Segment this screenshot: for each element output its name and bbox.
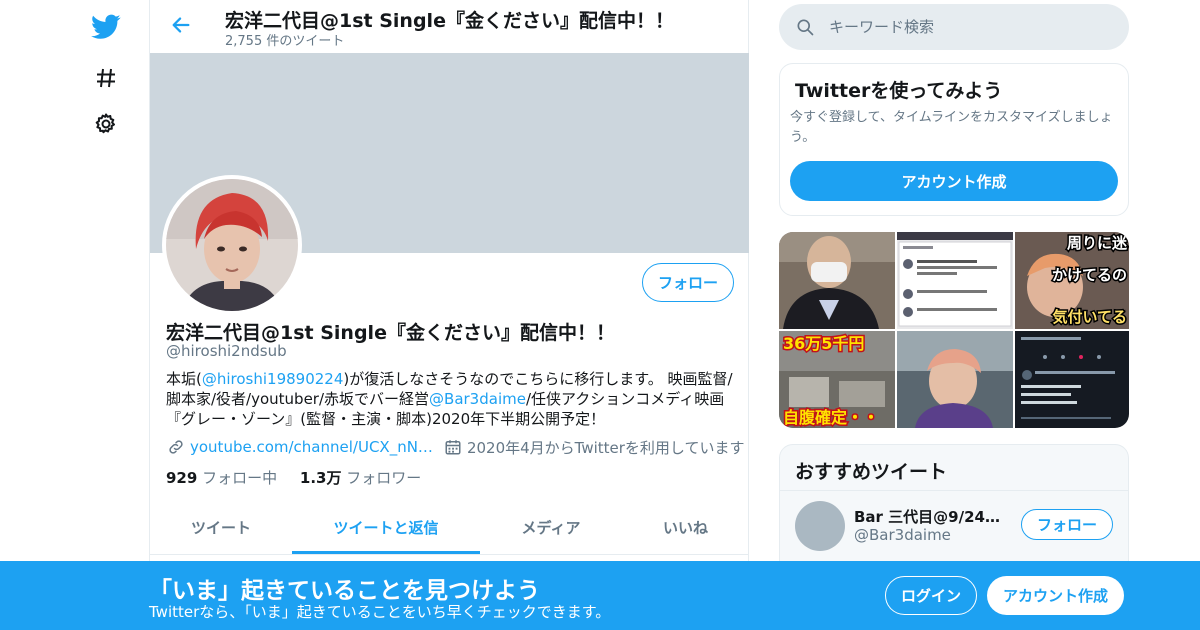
following-count: 929 xyxy=(166,469,198,487)
media-caption: 自腹確定・・ xyxy=(783,408,879,427)
bio-mention-link[interactable]: @Bar3daime xyxy=(429,390,526,408)
recommended-user-name: Bar 三代目@9/24出… xyxy=(854,508,1004,526)
media-caption: 36万5千円 xyxy=(783,334,864,353)
avatar[interactable] xyxy=(162,175,302,315)
profile-name: 宏洋二代目@1st Single『金ください』配信中！！ xyxy=(166,322,615,344)
bio-mention-link[interactable]: @hiroshi19890224 xyxy=(202,370,344,388)
media-caption: 周りに迷 xyxy=(1067,234,1128,252)
recommended-tweets-card: おすすめツイート Bar 三代目@9/24出… @Bar3daime フォロー xyxy=(779,444,1129,574)
media-thumbnail[interactable] xyxy=(779,232,895,329)
media-gallery: 周りに迷 かけてるの 気付いてる 36万5千円 自腹確定・・ xyxy=(779,232,1129,428)
twitter-bird-icon xyxy=(91,14,121,39)
tweet-count: 2,755 件のツイート xyxy=(225,34,345,49)
bio-text-1: 本垢( xyxy=(166,370,202,388)
profile-header-bar: 宏洋二代目@1st Single『金ください』配信中！！ 2,755 件のツイー… xyxy=(150,0,749,53)
bottom-signup-bar: 「いま」起きていることを見つけよう Twitterなら、「いま」起きていることを… xyxy=(0,561,1200,630)
media-photo: 36万5千円 自腹確定・・ xyxy=(779,331,895,428)
login-button[interactable]: ログイン xyxy=(885,576,977,615)
recommended-user-row[interactable]: Bar 三代目@9/24出… @Bar3daime フォロー xyxy=(780,490,1128,560)
media-photo xyxy=(1015,331,1129,428)
media-thumbnail[interactable]: 周りに迷 かけてるの 気付いてる xyxy=(1015,232,1129,329)
media-thumbnail[interactable] xyxy=(897,232,1013,329)
followers-stat[interactable]: 1.3万 フォロワー xyxy=(300,469,421,487)
profile-stats: 929 フォロー中 1.3万 フォロワー xyxy=(166,467,439,488)
tab-likes[interactable]: いいね xyxy=(622,500,749,555)
create-account-button[interactable]: アカウント作成 xyxy=(790,161,1118,201)
search-box xyxy=(779,4,1129,50)
media-thumbnail[interactable] xyxy=(897,331,1013,428)
media-photo: 周りに迷 かけてるの 気付いてる xyxy=(1015,232,1129,329)
media-thumbnail[interactable]: 36万5千円 自腹確定・・ xyxy=(779,331,895,428)
calendar-icon xyxy=(443,437,463,457)
header-title: 宏洋二代目@1st Single『金ください』配信中！！ xyxy=(225,10,674,32)
tab-tweets[interactable]: ツイート xyxy=(150,500,292,555)
follow-button[interactable]: フォロー xyxy=(642,263,734,302)
profile-handle: @hiroshi2ndsub xyxy=(166,342,287,360)
media-caption: かけてるの xyxy=(1052,266,1127,284)
following-label: フォロー中 xyxy=(202,469,278,487)
recommended-follow-button[interactable]: フォロー xyxy=(1021,509,1113,540)
followers-count: 1.3万 xyxy=(299,469,342,487)
joined-date: 2020年4月からTwitterを利用しています xyxy=(466,438,745,457)
bottom-bar-title: 「いま」起きていることを見つけよう xyxy=(149,578,540,604)
followers-label: フォロワー xyxy=(346,469,422,487)
profile-tabs: ツイート ツイートと返信 メディア いいね xyxy=(150,500,749,555)
profile-bio: 本垢(@hiroshi19890224)が復活しなさそうなのでこちらに移行します… xyxy=(166,369,736,429)
signup-card-description: 今すぐ登録して、タイムラインをカスタマイズしましょう。 xyxy=(790,110,1113,145)
search-icon xyxy=(797,19,814,36)
signup-button[interactable]: アカウント作成 xyxy=(987,576,1124,615)
signup-card: Twitterを使ってみよう 今すぐ登録して、タイムラインをカスタマイズしましょ… xyxy=(779,63,1129,216)
profile-meta: youtube.com/channel/UCX_nN… 2020年4月からTwi… xyxy=(166,436,744,458)
bottom-bar-subtitle: Twitterなら、「いま」起きていることをいち早くチェックできます。 xyxy=(149,603,611,621)
following-stat[interactable]: 929 フォロー中 xyxy=(166,469,277,487)
link-icon xyxy=(166,437,186,457)
media-thumbnail[interactable] xyxy=(1015,331,1129,428)
explore-link[interactable] xyxy=(86,58,126,98)
recommended-title: おすすめツイート xyxy=(795,461,948,483)
twitter-logo-link[interactable] xyxy=(86,7,126,47)
media-photo xyxy=(897,331,1013,428)
tab-media[interactable]: メディア xyxy=(480,500,622,555)
active-tab-indicator xyxy=(292,551,480,554)
back-button[interactable] xyxy=(168,12,194,38)
settings-link[interactable] xyxy=(86,104,126,144)
media-caption: 気付いてる xyxy=(1052,308,1127,326)
search-input[interactable] xyxy=(829,12,1109,42)
profile-column: 宏洋二代目@1st Single『金ください』配信中！！ 2,755 件のツイー… xyxy=(149,0,749,630)
media-photo xyxy=(897,232,1013,329)
avatar xyxy=(795,501,845,551)
profile-url-link[interactable]: youtube.com/channel/UCX_nN… xyxy=(190,438,433,456)
page-root: 宏洋二代目@1st Single『金ください』配信中！！ 2,755 件のツイー… xyxy=(0,0,1200,630)
avatar-photo xyxy=(166,179,298,311)
recommended-user-handle: @Bar3daime xyxy=(854,526,951,544)
tab-tweets-and-replies[interactable]: ツイートと返信 xyxy=(292,500,480,555)
gear-icon xyxy=(95,113,115,134)
signup-card-title: Twitterを使ってみよう xyxy=(795,80,1003,102)
back-arrow-icon xyxy=(172,17,190,33)
media-photo xyxy=(779,232,895,329)
hashtag-icon xyxy=(97,68,115,88)
